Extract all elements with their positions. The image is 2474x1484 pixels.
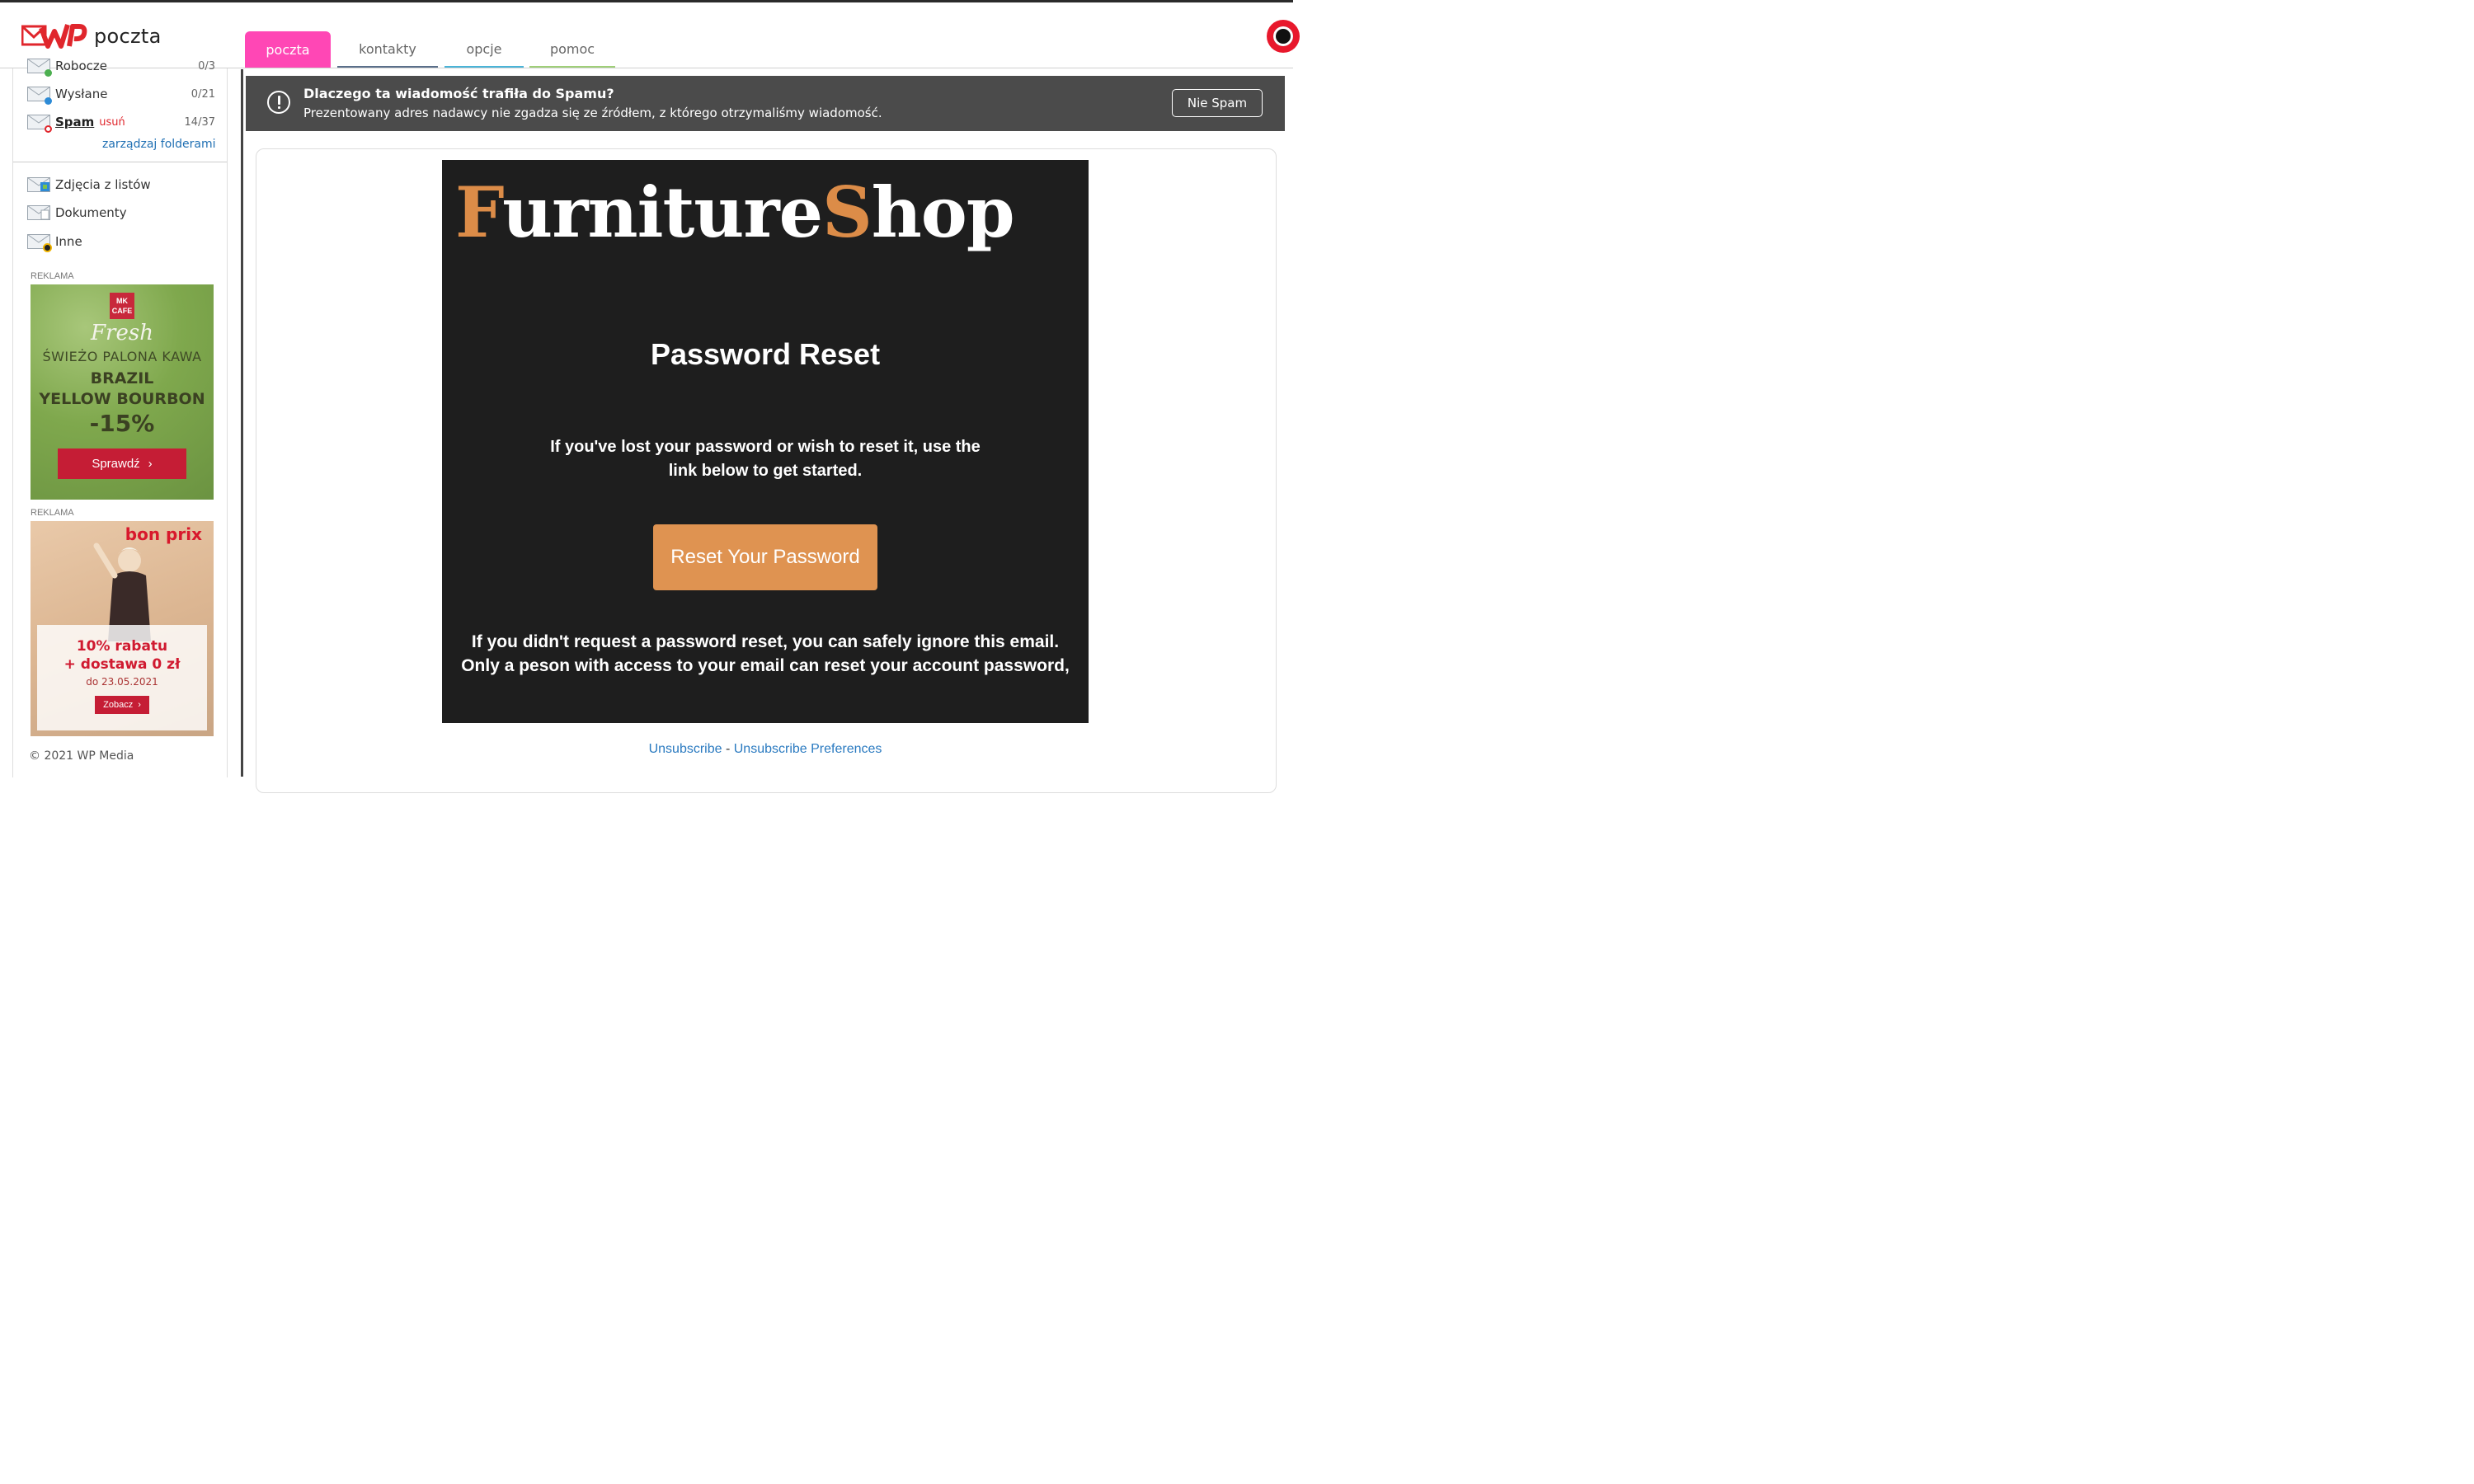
copyright: © 2021 WP Media [29,749,134,763]
tab-poczta[interactable]: poczta [245,31,331,68]
spam-notice-description: Prezentowany adres nadawcy nie zgadza si… [303,106,882,120]
ad-line: BRAZIL [90,369,154,387]
email-body: FurnitureShop Password Reset If you've l… [442,160,1089,723]
mkcafe-logo: MK CAFE [110,293,134,319]
ad-cta-label: Sprawdź [92,457,140,471]
reset-password-button[interactable]: Reset Your Password [653,524,877,590]
folder-label: Inne [55,234,82,249]
ad-offer-panel: 10% rabatu + dostawa 0 zł do 23.05.2021 … [37,625,207,730]
footer-separator: - [722,742,734,756]
ad-banner-bonprix[interactable]: bon prix 10% rabatu + dostawa 0 zł do 23… [31,521,214,736]
tab-opcje[interactable]: opcje [444,31,524,68]
logo-letter: S [822,171,872,253]
ad-line: + dostawa 0 zł [63,656,181,673]
logo-word: urniture [502,171,823,253]
ad-cta-button[interactable]: Sprawdź › [58,448,186,479]
ad-cta-label: Zobacz [103,700,134,710]
folder-count: 0/3 [198,59,215,73]
email-heading: Password Reset [650,337,881,371]
window-top-border [0,0,1293,2]
document-envelope-icon [27,205,50,220]
sidebar-item-spam[interactable]: Spam usuń 14/37 [27,115,215,133]
folder-label: Zdjęcia z listów [55,177,151,192]
sidebar: Robocze 0/3 Wysłane 0/21 Spam usuń 14/37… [12,59,228,777]
ad-cta-button[interactable]: Zobacz › [95,696,149,714]
ad-script-text: Fresh [91,321,153,345]
draft-envelope-icon [27,59,52,77]
folder-label: Dokumenty [55,205,127,220]
sidebar-item-robocze[interactable]: Robocze 0/3 [27,59,215,77]
ad-label: REKLAMA [31,271,74,281]
chevron-right-icon: › [138,700,141,710]
tab-pomoc[interactable]: pomoc [529,31,615,68]
empty-spam-link[interactable]: usuń [99,116,125,129]
sidebar-item-inne[interactable]: Inne [27,234,215,252]
ad-label: REKLAMA [31,508,74,518]
folder-label: Robocze [55,59,107,73]
warning-icon [267,91,290,114]
folder-label: Wysłane [55,87,108,101]
logo-text: poczta [94,25,162,48]
unsubscribe-preferences-link[interactable]: Unsubscribe Preferences [734,742,882,756]
logo-word: hop [871,171,1015,253]
user-menu-icon[interactable] [1267,20,1300,53]
chevron-right-icon: › [148,457,153,471]
ad-line: 10% rabatu [76,638,168,655]
ad-banner-mkcafe[interactable]: MK CAFE Fresh ŚWIEŻO PALONA KAWA BRAZIL … [31,284,214,500]
sidebar-item-dokumenty[interactable]: Dokumenty [27,205,215,220]
wp-logo-icon [21,21,87,51]
sidebar-item-wyslane[interactable]: Wysłane 0/21 [27,87,215,105]
bonprix-logo: bon prix [125,524,202,544]
furnitureshop-logo: FurnitureShop [455,178,1015,247]
folder-label: Spam [55,115,95,129]
spam-notice-title: Dlaczego ta wiadomość trafiła do Spamu? [303,86,614,101]
email-footer: Unsubscribe - Unsubscribe Preferences [442,742,1089,757]
spam-envelope-icon [27,115,52,133]
other-envelope-icon [27,234,52,252]
manage-folders-link[interactable]: zarządzaj folderami [102,138,216,151]
spam-notice: Dlaczego ta wiadomość trafiła do Spamu? … [246,76,1285,131]
email-intro: If you've lost your password or wish to … [550,438,981,480]
photo-envelope-icon [27,177,50,192]
not-spam-button[interactable]: Nie Spam [1172,89,1263,117]
scrollbar[interactable] [241,69,243,777]
email-note: If you didn't request a password reset, … [461,632,1070,675]
ad-discount: -15% [89,410,155,437]
unsubscribe-link[interactable]: Unsubscribe [649,742,722,756]
wp-poczta-logo[interactable]: poczta [21,21,162,51]
folder-count: 0/21 [190,87,215,101]
ad-line: YELLOW BOURBON [39,390,205,408]
ad-line: do 23.05.2021 [86,676,158,688]
tab-kontakty[interactable]: kontakty [337,31,438,68]
folder-count: 14/37 [184,115,215,129]
sidebar-item-zdjecia[interactable]: Zdjęcia z listów [27,177,215,192]
sent-envelope-icon [27,87,52,105]
ad-line: ŚWIEŻO PALONA KAWA [42,349,202,364]
main-tabs: poczta kontakty opcje pomoc [245,31,615,68]
logo-letter: F [455,171,503,253]
